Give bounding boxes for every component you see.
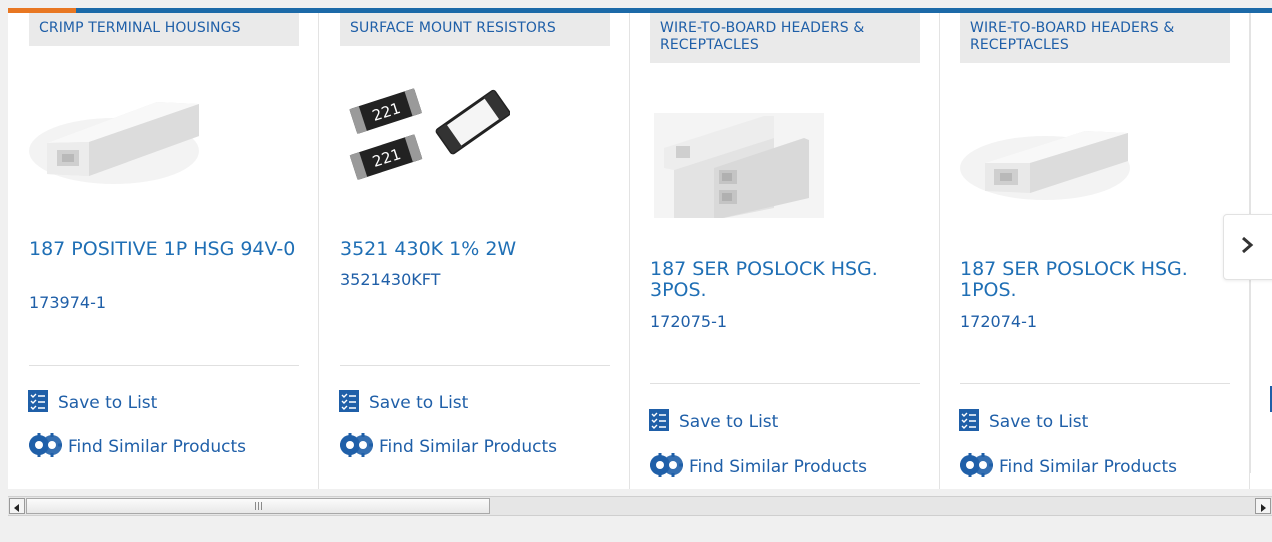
card-divider — [960, 383, 1230, 384]
find-similar-label: Find Similar Products — [689, 457, 867, 477]
save-to-list-button[interactable]: Save to List — [959, 408, 1089, 436]
arrow-left-icon — [14, 497, 20, 516]
arrow-right-icon — [1260, 497, 1266, 516]
category-label[interactable]: WIRE-TO-BOARD HEADERS & RECEPTACLES — [960, 13, 1230, 63]
product-title[interactable]: 187 SER POSLOCK HSG. 1POS. — [960, 259, 1230, 301]
product-card: WIRE-TO-BOARD HEADERS & RECEPTACLES 187 … — [939, 13, 1250, 489]
product-title[interactable]: 3521 430K 1% 2W — [340, 239, 610, 260]
part-number[interactable]: 172074-1 — [960, 312, 1230, 332]
product-image[interactable]: 221 221 — [340, 88, 511, 192]
category-label[interactable]: CRIMP TERMINAL HOUSINGS — [29, 13, 299, 46]
save-to-list-label: Save to List — [989, 412, 1089, 432]
scroll-right-button[interactable] — [1255, 498, 1271, 514]
product-title[interactable]: 187 SER POSLOCK HSG. 3POS. — [650, 259, 920, 301]
find-similar-label: Find Similar Products — [379, 437, 557, 457]
scrollbar-thumb[interactable] — [26, 498, 490, 514]
find-similar-label: Find Similar Products — [68, 437, 246, 457]
horizontal-scrollbar[interactable] — [8, 496, 1272, 516]
gears-icon — [649, 452, 685, 483]
find-similar-label: Find Similar Products — [999, 457, 1177, 477]
page-background — [8, 516, 1272, 542]
product-title[interactable]: 187 POSITIVE 1P HSG 94V-0 — [29, 239, 299, 260]
checklist-icon — [339, 389, 359, 417]
part-number[interactable]: 3521430KFT — [340, 270, 610, 290]
product-card: WIRE-TO-BOARD HEADERS & RECEPTACLES 187 … — [629, 13, 940, 489]
carousel-next-button[interactable] — [1223, 214, 1272, 280]
find-similar-products-button[interactable]: Find Similar Products — [28, 432, 246, 463]
category-label[interactable]: SURFACE MOUNT RESISTORS — [340, 13, 610, 46]
product-card: CRIMP TERMINAL HOUSINGS 187 POSITIVE 1P … — [8, 13, 319, 489]
chevron-right-icon — [1240, 236, 1254, 258]
save-to-list-button[interactable]: Save to List — [649, 408, 779, 436]
gears-icon — [959, 452, 995, 483]
product-card: SURFACE MOUNT RESISTORS 221 221 3521 430… — [319, 13, 630, 489]
card-divider — [29, 365, 299, 366]
checklist-icon — [649, 408, 669, 436]
save-to-list-button[interactable]: Save to List — [339, 389, 469, 417]
checklist-icon — [959, 408, 979, 436]
save-to-list-label: Save to List — [58, 393, 158, 413]
product-image[interactable] — [654, 108, 824, 222]
gears-icon — [28, 432, 64, 463]
save-to-list-button[interactable]: Save to List — [28, 389, 158, 417]
find-similar-products-button[interactable]: Find Similar Products — [649, 452, 867, 483]
find-similar-products-button[interactable]: Find Similar Products — [959, 452, 1177, 483]
part-number[interactable]: 172075-1 — [650, 312, 920, 332]
part-number[interactable]: 173974-1 — [29, 293, 299, 313]
scroll-left-button[interactable] — [9, 498, 25, 514]
card-divider — [650, 383, 920, 384]
product-image[interactable] — [29, 96, 204, 195]
find-similar-products-button[interactable]: Find Similar Products — [339, 432, 557, 463]
category-label[interactable]: WIRE-TO-BOARD HEADERS & RECEPTACLES — [650, 13, 920, 63]
product-carousel: CRIMP TERMINAL HOUSINGS 187 POSITIVE 1P … — [8, 8, 1272, 489]
product-image[interactable] — [960, 123, 1135, 207]
card-divider — [340, 365, 610, 366]
save-to-list-label: Save to List — [369, 393, 469, 413]
gears-icon — [339, 432, 375, 463]
checklist-icon — [28, 389, 48, 417]
save-to-list-label: Save to List — [679, 412, 779, 432]
